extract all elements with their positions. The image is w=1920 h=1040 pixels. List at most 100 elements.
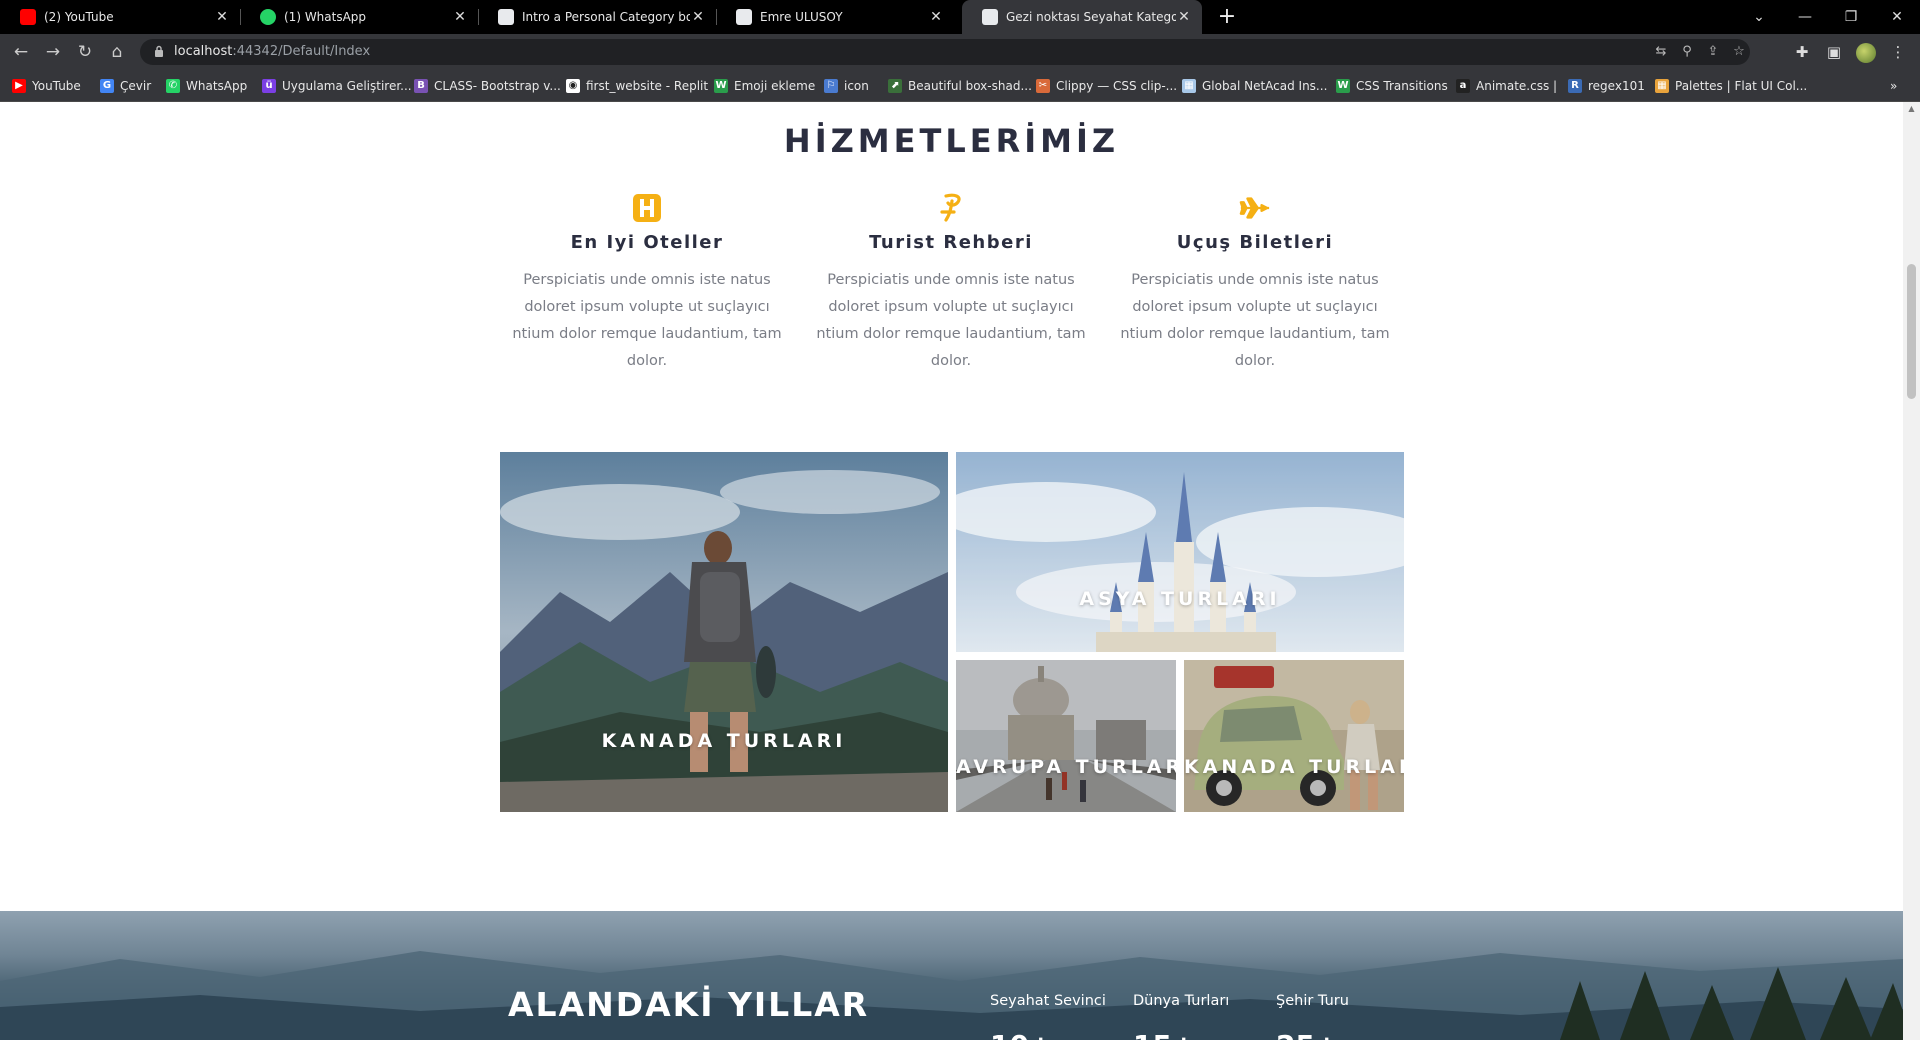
bookmark-item[interactable]: ▦ Global NetAcad Ins... [1182, 77, 1327, 95]
back-icon[interactable]: ← [10, 41, 32, 63]
tour-caption: KANADA TURLARI [1184, 756, 1404, 778]
tab-search-icon[interactable]: ⌄ [1736, 0, 1782, 34]
bookmark-favicon-icon: W [1336, 79, 1350, 93]
service-title: En Iyi Oteller [570, 232, 724, 253]
london-bridge-image [956, 660, 1176, 812]
service-hotels: En Iyi Oteller Perspiciatis unde omnis i… [512, 192, 782, 375]
share-icon[interactable]: ⇪ [1704, 44, 1722, 60]
bookmark-label: Çevir [120, 79, 152, 93]
bookmark-item[interactable]: ü Uygulama Geliştirer... [262, 77, 412, 95]
whatsapp-icon [260, 9, 276, 25]
home-icon[interactable]: ⌂ [106, 41, 128, 63]
profile-avatar[interactable] [1856, 43, 1876, 63]
stats-title: ALANDAKİ YILLAR [508, 985, 870, 1024]
tour-caption: ASYA TURLARI [1079, 588, 1281, 610]
tab-gezi-active[interactable]: Gezi noktası Seyahat Kategorisi D ✕ [962, 0, 1202, 34]
service-flights: Uçuş Biletleri Perspiciatis unde omnis i… [1120, 192, 1390, 375]
bookmark-item[interactable]: G Çevir [100, 77, 151, 95]
bookmark-item[interactable]: ✆ WhatsApp [166, 77, 247, 95]
translate-icon[interactable]: ⇆ [1652, 44, 1670, 60]
close-icon[interactable]: ✕ [452, 9, 468, 25]
minimize-button[interactable]: — [1782, 0, 1828, 34]
bookmark-favicon-icon: ⬈ [888, 79, 902, 93]
bookmark-label: Emoji ekleme [734, 79, 816, 93]
bookmark-label: WhatsApp [186, 79, 248, 93]
side-panel-icon[interactable]: ▣ [1824, 42, 1844, 62]
bookmark-item[interactable]: W CSS Transitions [1336, 77, 1448, 95]
stats-section: ALANDAKİ YILLAR Seyahat Sevinci 10+ Düny… [0, 911, 1903, 1040]
extensions-icon[interactable]: ✚ [1792, 42, 1812, 62]
tab-label: (2) YouTube [44, 10, 114, 24]
restore-button[interactable]: ❐ [1828, 0, 1874, 34]
stat-value: 10+ [990, 1029, 1052, 1040]
bookmark-item[interactable]: ✂ Clippy — CSS clip-... [1036, 77, 1177, 95]
scrollbar-thumb[interactable] [1907, 264, 1916, 399]
stat-value: 15+ [1133, 1029, 1195, 1040]
service-title: Uçuş Biletleri [1176, 232, 1334, 253]
tab-strip: (2) YouTube ✕ (1) WhatsApp ✕ Intro a Per… [0, 0, 1920, 34]
new-tab-button[interactable]: + [1214, 4, 1240, 30]
address-bar[interactable]: localhost:44342/Default/Index ⇆ ⚲ ⇪ ☆ [140, 39, 1750, 65]
document-icon [736, 9, 752, 25]
bookmarks-overflow-icon[interactable]: » [1890, 77, 1897, 95]
close-icon[interactable]: ✕ [214, 9, 230, 25]
bookmark-favicon-icon: ▦ [1182, 79, 1196, 93]
bookmark-favicon-icon: a [1456, 79, 1470, 93]
close-window-button[interactable]: ✕ [1874, 0, 1920, 34]
bookmark-favicon-icon: ▦ [1655, 79, 1669, 93]
bookmark-favicon-icon: G [100, 79, 114, 93]
bookmark-item[interactable]: ▦ Palettes | Flat UI Col... [1655, 77, 1807, 95]
bookmark-item[interactable]: B CLASS- Bootstrap v... [414, 77, 561, 95]
tab-label: Gezi noktası Seyahat Kategorisi D [1006, 10, 1176, 24]
url-text: localhost:44342/Default/Index [174, 44, 371, 59]
bookmark-favicon-icon: ü [262, 79, 276, 93]
bookmark-favicon-icon: ✂ [1036, 79, 1050, 93]
bookmark-label: Beautiful box-shad... [908, 79, 1032, 93]
forward-icon[interactable]: → [42, 41, 64, 63]
page-scrollbar[interactable]: ▲ [1903, 102, 1920, 1040]
close-icon[interactable]: ✕ [928, 9, 944, 25]
stat-label: Şehir Turu [1276, 993, 1349, 1009]
stat-label: Dünya Turları [1133, 993, 1230, 1009]
tab-label: (1) WhatsApp [284, 10, 367, 24]
tab-emre[interactable]: Emre ULUSOY ✕ [716, 0, 954, 34]
tab-whatsapp[interactable]: (1) WhatsApp ✕ [240, 0, 478, 34]
menu-icon[interactable]: ⋮ [1888, 42, 1908, 62]
tab-youtube[interactable]: (2) YouTube ✕ [0, 0, 240, 34]
bookmark-favicon-icon: B [414, 79, 428, 93]
bookmark-favicon-icon: R [1568, 79, 1582, 93]
bookmark-favicon-icon: W [714, 79, 728, 93]
tour-tile-kanada-large[interactable]: KANADA TURLARI [500, 452, 948, 812]
service-text: Perspiciatis unde omnis iste natus dolor… [512, 272, 782, 369]
tab-intro[interactable]: Intro a Personal Category bootst ✕ [478, 0, 716, 34]
bookmark-label: Animate.css | [1476, 79, 1558, 93]
close-icon[interactable]: ✕ [690, 9, 706, 25]
bookmark-label: CLASS- Bootstrap v... [434, 79, 561, 93]
bookmark-item[interactable]: a Animate.css | [1456, 77, 1557, 95]
bookmark-item[interactable]: Rregex101 [1568, 77, 1645, 95]
scroll-up-icon[interactable]: ▲ [1903, 102, 1920, 116]
bookmark-item[interactable]: ⚐ icon [824, 77, 869, 95]
bookmark-favicon-icon: ⚐ [824, 79, 838, 93]
bookmark-item[interactable]: ⬈ Beautiful box-shad... [888, 77, 1032, 95]
bookmark-item[interactable]: ◉ first_website - Replit [566, 77, 708, 95]
tour-tile-asya[interactable]: ASYA TURLARI [956, 452, 1404, 652]
tab-label: Intro a Personal Category bootst [522, 10, 690, 24]
bookmarks-bar: ▶ YouTube G Çevir ✆ WhatsApp ü Uygulama Gelişti… [0, 70, 1920, 102]
bookmark-star-icon[interactable]: ☆ [1730, 44, 1748, 60]
tour-tile-avrupa[interactable]: AVRUPA TURLARI [956, 660, 1176, 812]
zoom-icon[interactable]: ⚲ [1678, 44, 1696, 60]
bookmark-label: CSS Transitions [1356, 79, 1448, 93]
bookmark-item[interactable]: ▶ YouTube [12, 77, 81, 95]
bookmark-favicon-icon: ◉ [566, 79, 580, 93]
tab-label: Emre ULUSOY [760, 10, 843, 24]
close-icon[interactable]: ✕ [1176, 9, 1192, 25]
stat-value: 25+ [1276, 1029, 1338, 1040]
tour-tile-kanada-small[interactable]: KANADA TURLARI [1184, 660, 1404, 812]
service-text: Perspiciatis unde omnis iste natus dolor… [816, 272, 1086, 369]
bookmark-label: Global NetAcad Ins... [1202, 79, 1328, 93]
document-icon [498, 9, 514, 25]
reload-icon[interactable]: ↻ [74, 41, 96, 63]
bookmark-item[interactable]: W Emoji ekleme [714, 77, 815, 95]
bookmark-favicon-icon: ▶ [12, 79, 26, 93]
